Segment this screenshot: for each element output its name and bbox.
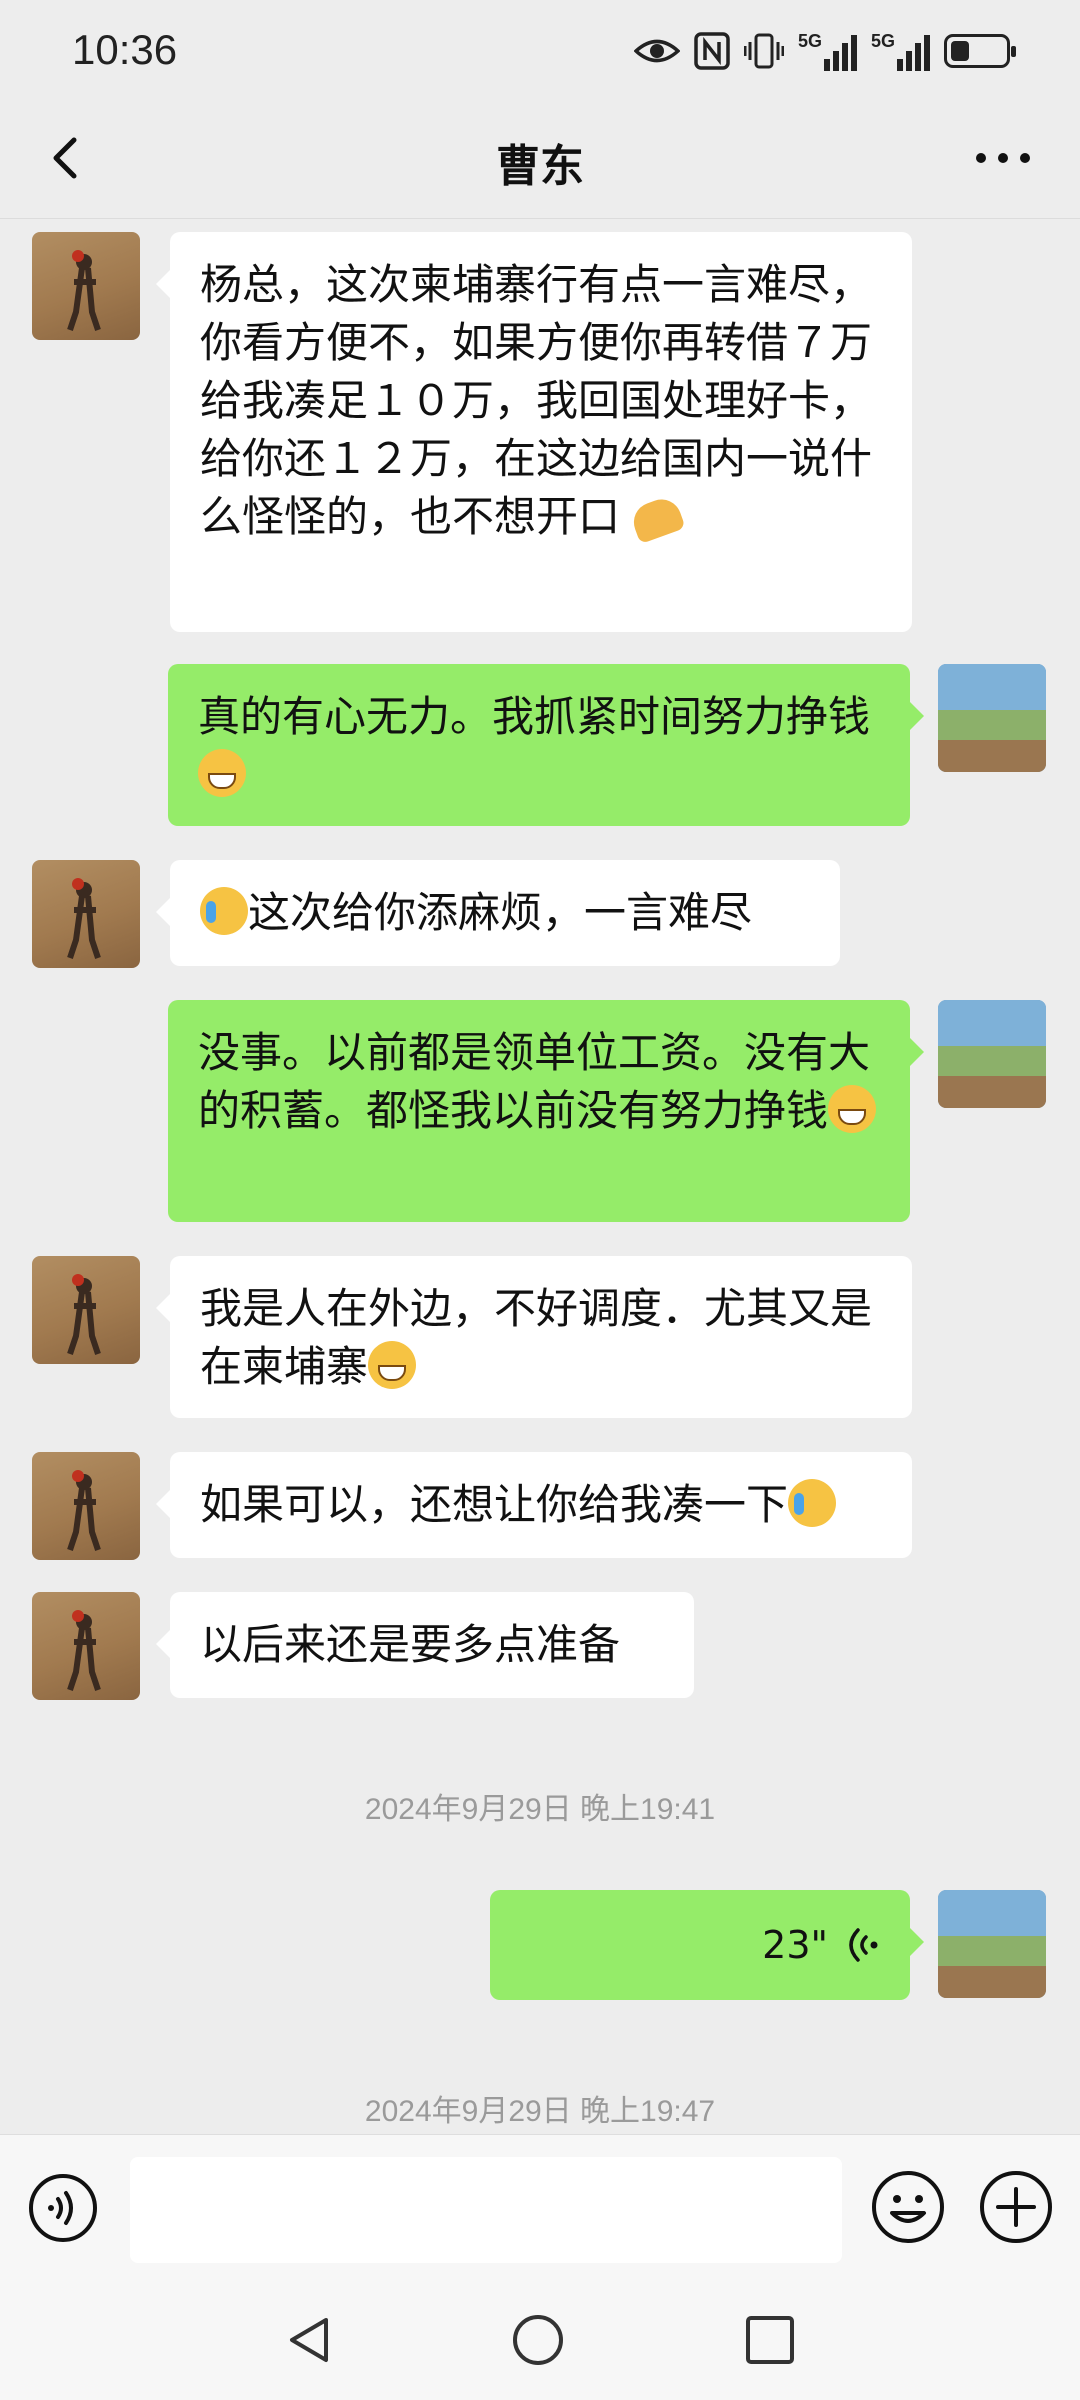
message-bubble-outgoing[interactable]: 没事。以前都是领单位工资。没有大的积蓄。都怪我以前没有努力挣钱 <box>168 1000 924 1222</box>
network-label-1: 5G <box>797 31 822 51</box>
voice-message-bubble[interactable]: 23" <box>490 1890 924 2000</box>
more-dots-icon[interactable] <box>968 128 1038 188</box>
chat-header: 曹东 <box>0 100 1080 219</box>
eye-icon <box>633 39 680 63</box>
crying-laughing-emoji <box>788 1479 837 1527</box>
voice-duration: 23" <box>762 1923 828 1967</box>
signal-icon: 5G <box>798 31 857 71</box>
grinning-emoji <box>828 1085 877 1133</box>
chat-input-bar <box>0 2134 1080 2277</box>
message-bubble-incoming[interactable]: 以后来还是要多点准备 <box>156 1592 694 1698</box>
system-navigation-bar <box>0 2276 1080 2400</box>
battery-icon <box>944 34 1016 68</box>
message-text: 如果可以，还想让你给我凑一下 <box>200 1480 789 1529</box>
contact-avatar[interactable] <box>32 1592 140 1700</box>
user-avatar[interactable] <box>938 1000 1046 1108</box>
user-avatar[interactable] <box>938 664 1046 772</box>
message-text: 真的有心无力。我抓紧时间努力挣钱 <box>198 692 871 741</box>
voice-toggle-icon[interactable] <box>28 2173 98 2243</box>
crying-laughing-emoji <box>200 887 248 935</box>
status-bar: 10:36 5G 5G <box>0 0 1080 100</box>
message-bubble-incoming[interactable]: 杨总，这次柬埔寨行有点一言难尽，你看方便不，如果方便你再转借７万给我凑足１０万，… <box>156 232 912 632</box>
contact-avatar[interactable] <box>32 1256 140 1364</box>
contact-avatar[interactable] <box>32 1452 140 1560</box>
signal-icon: 5G <box>871 31 930 71</box>
nfc-icon <box>694 32 730 70</box>
voice-wave-icon <box>849 1928 878 1962</box>
message-text: 我是人在外边，不好调度．尤其又是在柬埔寨 <box>200 1284 873 1391</box>
folded-hands-emoji <box>628 493 687 545</box>
chat-timestamp: 2024年9月29日 晚上19:47 <box>364 2095 716 2128</box>
battery-level <box>951 41 969 61</box>
message-text: 没事。以前都是领单位工资。没有大的积蓄。都怪我以前没有努力挣钱 <box>198 1028 871 1135</box>
message-bubble-incoming[interactable]: 如果可以，还想让你给我凑一下 <box>156 1452 912 1558</box>
message-text: 以后来还是要多点准备 <box>200 1620 621 1669</box>
smiley-icon[interactable] <box>870 2169 946 2245</box>
message-text: 杨总，这次柬埔寨行有点一言难尽，你看方便不，如果方便你再转借７万给我凑足１０万，… <box>200 260 873 541</box>
contact-avatar[interactable] <box>32 860 140 968</box>
message-input[interactable] <box>130 2157 842 2263</box>
message-text: 这次给你添麻烦，一言难尽 <box>248 888 753 937</box>
message-bubble-outgoing[interactable]: 真的有心无力。我抓紧时间努力挣钱 <box>168 664 924 826</box>
contact-avatar[interactable] <box>32 232 140 340</box>
triangle-back-icon[interactable] <box>282 2312 338 2368</box>
circle-home-icon[interactable] <box>510 2312 566 2368</box>
plus-circle-icon[interactable] <box>978 2169 1054 2245</box>
grinning-emoji <box>198 749 246 797</box>
user-avatar[interactable] <box>938 1890 1046 1998</box>
network-label-2: 5G <box>870 31 895 51</box>
grinning-emoji <box>368 1341 417 1389</box>
chat-title: 曹东 <box>496 142 584 191</box>
message-bubble-incoming[interactable]: 这次给你添麻烦，一言难尽 <box>156 860 840 966</box>
vibrate-icon <box>743 33 784 69</box>
status-time: 10:36 <box>72 26 178 73</box>
square-recent-icon[interactable] <box>742 2312 798 2368</box>
message-bubble-incoming[interactable]: 我是人在外边，不好调度．尤其又是在柬埔寨 <box>156 1256 912 1418</box>
status-icons: 5G 5G <box>633 28 1016 74</box>
chat-timestamp: 2024年9月29日 晚上19:41 <box>364 1793 716 1826</box>
